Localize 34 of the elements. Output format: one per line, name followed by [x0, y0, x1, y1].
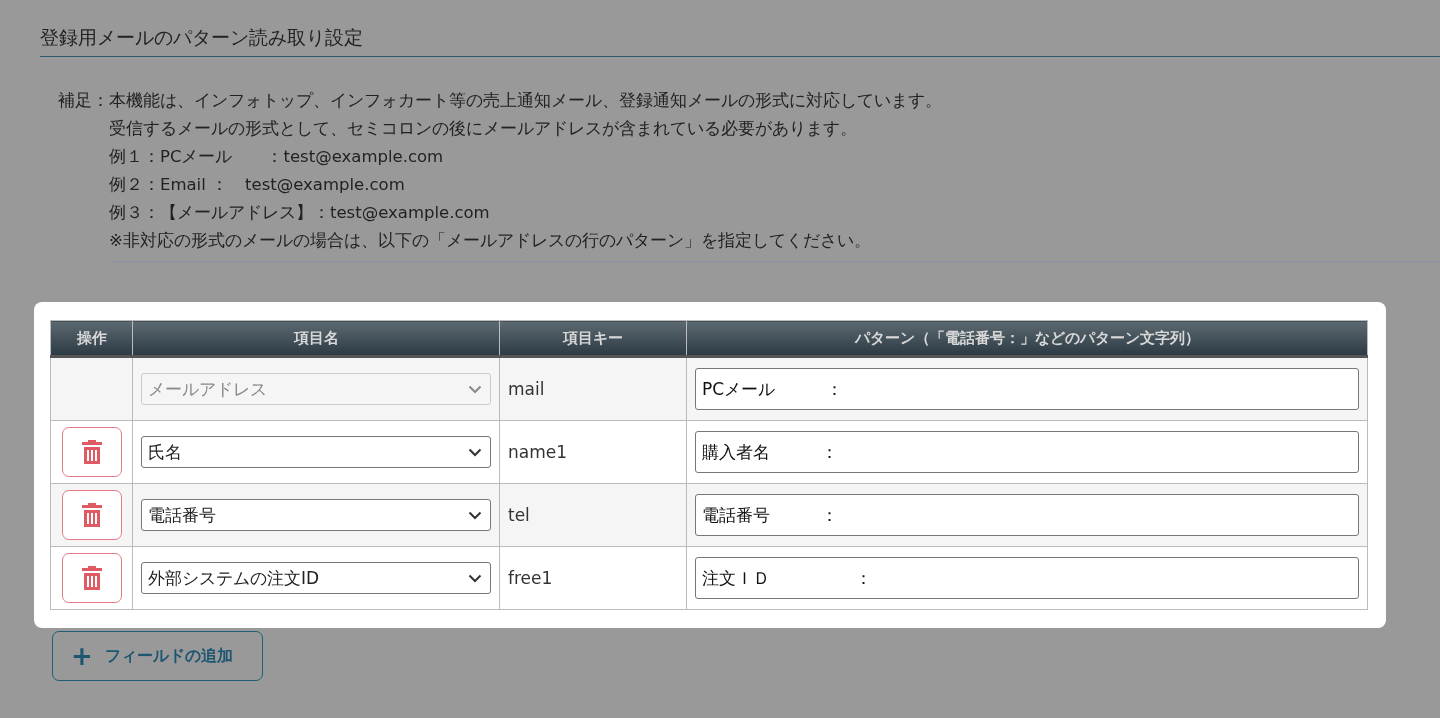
trash-icon	[81, 566, 102, 590]
column-header: パターン（「電話番号：」などのパターン文字列）	[686, 320, 1368, 357]
table-cell: mail	[499, 356, 687, 421]
note-text: 本機能は、インフォトップ、インフォカート等の売上通知メール、登録通知メールの形式に対応しています。	[109, 90, 942, 112]
note-text: 例２：Email ： test@example.com	[109, 174, 406, 196]
pattern-input[interactable]: 電話番号 ：	[695, 494, 1359, 536]
delete-button[interactable]	[61, 427, 122, 477]
pattern-input[interactable]: 注文ＩＤ ：	[695, 557, 1359, 599]
table-cell: tel	[499, 483, 687, 547]
trash-icon	[81, 503, 102, 527]
note-text: 例３：【メールアドレス】：test@example.com	[109, 202, 491, 224]
note-text: ※非対応の形式のメールの場合は、以下の「メールアドレスの行のパターン」を指定してください。	[109, 230, 872, 252]
delete-button[interactable]	[61, 553, 122, 603]
table-cell: free1	[499, 546, 687, 610]
chevron-down-icon	[468, 447, 482, 457]
note-text: 受信するメールの形式として、セミコロンの後にメールアドレスが含まれている必要があります。	[109, 118, 858, 140]
item-name-select[interactable]: 外部システムの注文ID	[141, 562, 491, 594]
pattern-input[interactable]: 購入者名 ：	[695, 431, 1359, 473]
delete-button[interactable]	[61, 490, 122, 540]
item-name-select: メールアドレス	[141, 373, 491, 405]
item-name-select[interactable]: 氏名	[141, 436, 491, 468]
table-cell: name1	[499, 420, 687, 484]
chevron-down-icon	[468, 573, 482, 583]
plus-icon: +	[71, 643, 93, 669]
section-title: 登録用メールのパターン読み取り設定	[40, 25, 364, 50]
note-text: 例１：PCメール ：test@example.com	[109, 146, 445, 168]
chevron-down-icon	[468, 384, 482, 394]
column-header: 項目名	[132, 320, 500, 357]
chevron-down-icon	[468, 510, 482, 520]
trash-icon	[81, 440, 102, 464]
item-name-select[interactable]: 電話番号	[141, 499, 491, 531]
note-label: 補足：	[58, 90, 109, 112]
column-header: 項目キー	[499, 320, 687, 357]
column-header: 操作	[50, 320, 133, 357]
